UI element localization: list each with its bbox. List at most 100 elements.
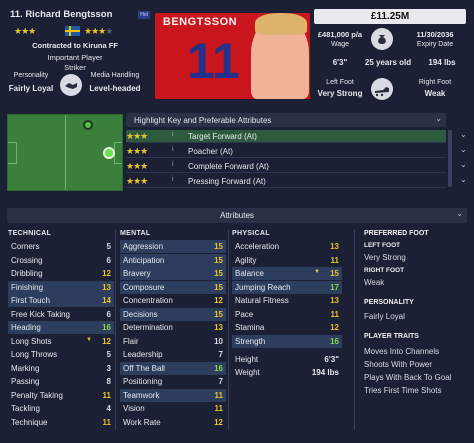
attribute-name: Technique (11, 417, 48, 427)
weight-value: 194 lbs (428, 58, 456, 67)
attribute-row: Off The Ball 16 (120, 361, 226, 375)
attribute-name: Finishing (11, 282, 44, 292)
info-icon[interactable]: i (172, 146, 174, 153)
attribute-name: Balance (235, 269, 264, 278)
attribute-name: Leadership (123, 350, 163, 359)
attribute-name: Long Throws (11, 350, 58, 359)
technical-title: TECHNICAL (8, 230, 52, 237)
trait-item: Moves Into Channels (364, 347, 440, 356)
attribute-name: Jumping Reach (235, 282, 291, 292)
chevron-down-icon[interactable]: ⌄ (460, 160, 467, 169)
left-foot-value: Very Strong (317, 89, 363, 98)
money-bag-icon (371, 28, 393, 50)
player-hair (255, 13, 307, 35)
roles-header-label: Highlight Key and Preferable Attributes (134, 116, 272, 125)
attribute-name: Stamina (235, 323, 265, 332)
attribute-value: 10 (214, 336, 223, 346)
expiry-date-label: Expiry Date (416, 41, 454, 48)
attribute-row: Heading 16 (8, 321, 114, 335)
attribute-value: 11 (102, 390, 111, 400)
attribute-value: 13 (102, 282, 111, 292)
weight-row: Weight 194 lbs (235, 368, 339, 380)
roles-header[interactable]: Highlight Key and Preferable Attributes … (126, 113, 446, 127)
info-icon[interactable]: i (172, 131, 174, 138)
attribute-value: 12 (102, 269, 111, 278)
role-row-complete-forward[interactable]: ★★★ i Complete Forward (At) (126, 160, 446, 173)
player-traits-title: PLAYER TRAITS (364, 333, 419, 340)
football-boot-icon (371, 78, 393, 100)
attribute-row: Decisions 15 (120, 307, 226, 321)
info-icon[interactable]: i (172, 161, 174, 168)
trait-item: Tries First Time Shots (364, 386, 442, 395)
chevron-down-icon[interactable]: ⌄ (460, 145, 467, 154)
handshake-icon (60, 74, 82, 96)
attribute-value: 13 (330, 296, 339, 305)
attribute-value: 16 (330, 336, 339, 346)
attribute-row: Strength 16 (232, 334, 342, 348)
attributes-header[interactable]: Attributes ⌄ (7, 208, 467, 223)
attribute-name: Bravery (123, 269, 151, 278)
attribute-value: 7 (218, 350, 223, 359)
attribute-name: Natural Fitness (235, 296, 289, 305)
transfer-value: £11.25M (314, 9, 466, 24)
attribute-row: Flair 10 (120, 335, 226, 348)
mental-title: MENTAL (120, 230, 151, 237)
attribute-row: Natural Fitness 13 (232, 294, 342, 307)
chevron-down-icon[interactable]: ⌄ (460, 130, 467, 139)
attribute-row: Marking 3 (8, 362, 114, 375)
attribute-row: Agility 11 (232, 254, 342, 267)
attribute-value: 6 (106, 309, 111, 319)
attribute-name: Marking (11, 363, 40, 373)
chevron-down-icon[interactable]: ⌄ (456, 209, 463, 218)
position-pitch (7, 114, 123, 191)
personality-value: Fairly Loyal (364, 312, 405, 321)
wage-value: £481,000 p/a (317, 30, 363, 39)
mental-attributes: Aggression 15 Anticipation 15 Bravery 15 Compo… (120, 240, 226, 430)
info-icon[interactable]: i (172, 176, 174, 183)
natural-position-dot (103, 147, 115, 159)
attribute-name: Teamwork (123, 390, 160, 400)
role-row-pressing-forward[interactable]: ★★★ i Pressing Forward (At) (126, 175, 446, 188)
attribute-name: Composure (123, 282, 165, 292)
attribute-row: Long Shots 12 ▼ (8, 335, 114, 348)
attribute-name: Dribbling (11, 269, 43, 278)
attribute-value: 13 (330, 242, 339, 251)
attribute-value: 7 (218, 377, 223, 386)
star-icon: ★ (105, 26, 113, 36)
attribute-row: Aggression 15 (120, 240, 226, 254)
attribute-row: Leadership 7 (120, 348, 226, 361)
attribute-value: 11 (330, 255, 339, 265)
attribute-row: Composure 15 (120, 280, 226, 294)
attribute-value: 13 (214, 323, 223, 332)
role-row-target-forward[interactable]: ★★★ i Target Forward (At) (126, 130, 446, 143)
chevron-down-icon[interactable]: ⌄ (460, 175, 467, 184)
attribute-row: Pace 11 (232, 308, 342, 321)
attribute-value: 16 (214, 363, 223, 373)
chevron-down-icon[interactable]: ⌄ (435, 114, 442, 123)
attribute-row: Stamina 12 (232, 321, 342, 334)
attribute-name: Corners (11, 242, 40, 251)
star-icon: ★★★ (126, 131, 148, 141)
role-row-poacher[interactable]: ★★★ i Poacher (At) (126, 145, 446, 158)
right-foot-value: Weak (424, 89, 446, 98)
attribute-row: Crossing 6 (8, 254, 114, 267)
attribute-value: 16 (102, 323, 111, 332)
roles-scrollbar[interactable] (448, 130, 452, 187)
attribute-row: Free Kick Taking 6 (8, 308, 114, 321)
potential-ability-stars: ★★★★ (84, 26, 113, 37)
attribute-name: Determination (123, 323, 173, 332)
attribute-row: First Touch 14 (8, 294, 114, 308)
attribute-row: Jumping Reach 17 (232, 280, 342, 294)
contract-status: Contracted to Kiruna FF (32, 41, 118, 50)
attribute-value: 17 (330, 282, 339, 292)
attribute-value: 11 (214, 404, 223, 413)
attribute-row: Penalty Taking 11 (8, 389, 114, 402)
attribute-row: Long Throws 5 (8, 348, 114, 361)
shirt-name: BENGTSSON (162, 16, 238, 28)
attribute-name: Free Kick Taking (11, 309, 70, 319)
attribute-value: 14 (102, 296, 111, 305)
right-foot-value: Weak (364, 278, 385, 287)
attribute-value: 15 (214, 255, 223, 265)
preferred-foot-title: PREFERRED FOOT (364, 230, 429, 237)
attributes-header-label: Attributes (220, 211, 254, 220)
